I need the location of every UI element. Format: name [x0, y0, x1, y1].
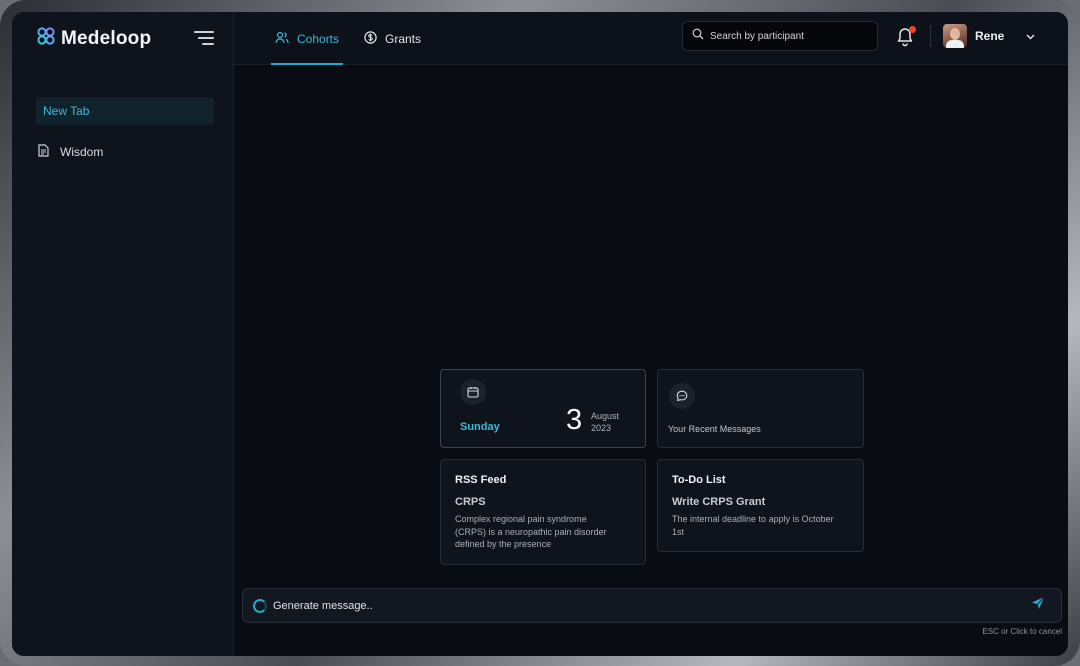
- search-input[interactable]: [710, 30, 870, 42]
- recent-messages-card[interactable]: Your Recent Messages: [657, 369, 864, 448]
- send-icon: [1031, 596, 1045, 615]
- tab-label: Grants: [385, 31, 422, 46]
- message-input[interactable]: [273, 599, 1017, 612]
- chat-icon: [669, 383, 695, 409]
- date-year: 2023: [591, 423, 612, 433]
- sidebar: Medeloop New Tab Wisdom: [12, 12, 234, 656]
- notifications-button[interactable]: [896, 26, 916, 47]
- active-tab-indicator: [271, 63, 343, 65]
- rss-feed-card[interactable]: RSS Feed CRPS Complex regional pain synd…: [440, 459, 646, 565]
- sidebar-item-new-tab[interactable]: New Tab: [36, 97, 214, 125]
- date-card: Sunday 3 August 2023: [440, 369, 646, 448]
- device-frame: Medeloop New Tab Wisdom Cohorts Grants S…: [0, 0, 1080, 666]
- user-name: Rene: [975, 29, 1005, 43]
- message-composer: [242, 588, 1062, 623]
- users-icon: [275, 31, 289, 47]
- avatar: [943, 24, 967, 48]
- search-box[interactable]: [682, 21, 878, 51]
- todo-item-title: Write CRPS Grant: [672, 496, 766, 508]
- app-screen: Medeloop New Tab Wisdom Cohorts Grants S…: [12, 12, 1068, 656]
- rss-feed-excerpt: Complex regional pain syndrome (CRPS) is…: [455, 514, 607, 549]
- header-divider: [930, 25, 931, 47]
- brand-name: Medeloop: [61, 27, 152, 49]
- todo-list-card[interactable]: To-Do List Write CRPS Grant The internal…: [657, 459, 864, 552]
- tab-cohorts[interactable]: Cohorts: [271, 12, 343, 65]
- date-weekday: Sunday: [460, 421, 500, 433]
- todo-item-description: The internal deadline to apply is Octobe…: [672, 514, 834, 537]
- hamburger-menu-icon[interactable]: [194, 30, 214, 46]
- tab-label: Cohorts: [297, 31, 340, 46]
- user-menu[interactable]: Rene: [943, 24, 1035, 48]
- cancel-hint: ESC or Click to cancel: [982, 627, 1062, 636]
- recent-messages-label: Your Recent Messages: [668, 424, 761, 434]
- loading-spinner-icon: [253, 598, 267, 613]
- rss-feed-headline: CRPS: [455, 496, 486, 508]
- chevron-down-icon: [1026, 27, 1035, 45]
- todo-list-title: To-Do List: [672, 474, 726, 486]
- send-button[interactable]: [1023, 591, 1053, 621]
- notification-dot: [909, 26, 916, 33]
- brand[interactable]: Medeloop: [37, 27, 151, 50]
- dollar-circle-icon: [364, 30, 377, 47]
- bell-icon: [896, 28, 914, 51]
- sidebar-item-wisdom[interactable]: Wisdom: [36, 138, 214, 166]
- date-month: August: [591, 411, 620, 421]
- medeloop-logo-icon: [37, 27, 55, 50]
- tab-grants[interactable]: Grants: [364, 12, 421, 65]
- date-day: 3: [566, 404, 583, 436]
- document-icon: [38, 144, 49, 160]
- sidebar-item-label: Wisdom: [60, 145, 104, 159]
- search-icon: [692, 27, 704, 45]
- sidebar-item-label: New Tab: [43, 104, 90, 118]
- top-bar: Cohorts Grants Search by participant Ren…: [234, 12, 1068, 65]
- rss-feed-title: RSS Feed: [455, 474, 507, 486]
- calendar-icon: [460, 379, 486, 405]
